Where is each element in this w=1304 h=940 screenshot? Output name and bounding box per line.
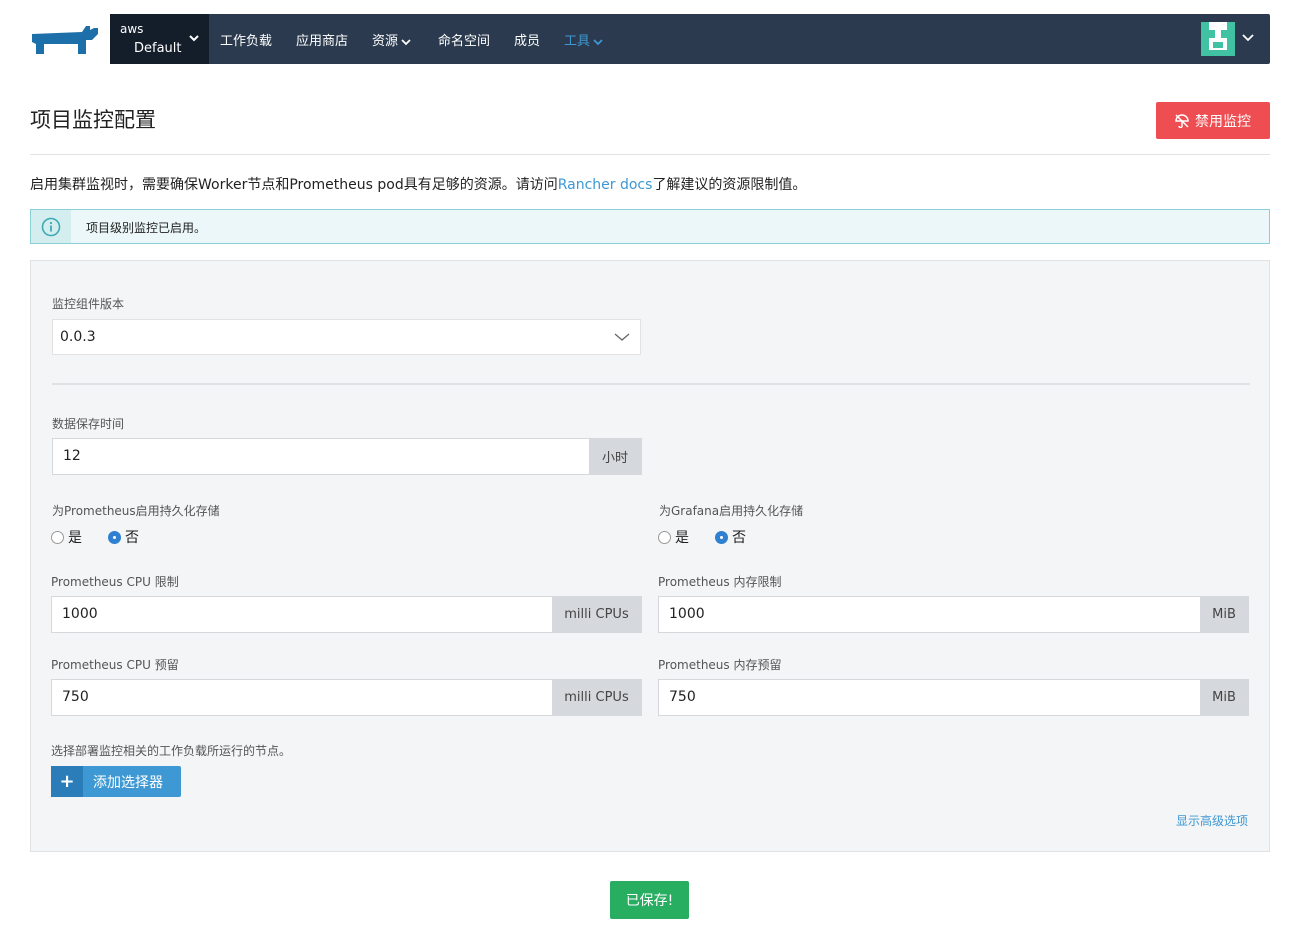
show-advanced-link[interactable]: 显示高级选项 [1176, 812, 1248, 829]
cpu-reserve-label: Prometheus CPU 预留 [51, 658, 179, 672]
rancher-docs-link[interactable]: Rancher docs [558, 177, 653, 193]
user-menu-chevron-icon[interactable] [1241, 32, 1255, 44]
mem-reserve-input[interactable]: 750 MiB [658, 679, 1249, 716]
info-icon [31, 210, 71, 243]
chevron-down-icon [614, 333, 630, 341]
cpu-limit-unit: milli CPUs [552, 597, 641, 632]
info-banner: 项目级别监控已启用。 [30, 209, 1270, 244]
nav-tools-label: 工具 [564, 34, 591, 49]
disable-monitoring-button[interactable]: 禁用监控 [1156, 102, 1270, 139]
nav-members[interactable]: 成员 [514, 30, 540, 49]
no-label: 否 [732, 530, 746, 546]
no-label: 否 [125, 530, 139, 546]
version-label: 监控组件版本 [52, 297, 125, 311]
cpu-limit-input[interactable]: 1000 milli CPUs [51, 596, 642, 633]
user-avatar[interactable] [1201, 22, 1235, 56]
prometheus-storage-label: 为Prometheus启用持久化存储 [52, 504, 220, 518]
description-suffix: 了解建议的资源限制值。 [652, 177, 807, 193]
top-nav: aws Default 工作负载 应用商店 资源 命名空间 成员 工具 [30, 0, 1270, 64]
mem-reserve-unit: MiB [1200, 680, 1248, 715]
add-selector-label: 添加选择器 [93, 774, 163, 791]
grafana-storage-yes-radio[interactable] [658, 530, 671, 544]
nav-namespaces[interactable]: 命名空间 [438, 30, 490, 49]
banner-text: 项目级别监控已启用。 [86, 221, 207, 235]
page-title: 项目监控配置 [30, 108, 156, 132]
project-name: Default [134, 41, 182, 56]
umbrella-icon [1175, 113, 1189, 128]
rancher-logo[interactable] [30, 0, 110, 64]
add-selector-button[interactable]: + 添加选择器 [51, 766, 181, 797]
description-prefix: 启用集群监视时，需要确保Worker节点和Prometheus pod具有足够的… [30, 177, 558, 193]
prometheus-storage-options: 是 否 [51, 527, 139, 547]
chevron-down-icon [593, 38, 603, 45]
nav-resources-label: 资源 [372, 34, 399, 49]
description-text: 启用集群监视时，需要确保Worker节点和Prometheus pod具有足够的… [30, 174, 806, 194]
nav-workloads[interactable]: 工作负载 [220, 30, 272, 49]
retention-label: 数据保存时间 [52, 417, 125, 431]
grafana-storage-no-radio[interactable] [715, 530, 728, 544]
grafana-storage-options: 是 否 [658, 527, 746, 547]
prometheus-storage-yes-radio[interactable] [51, 530, 64, 544]
chevron-down-icon [401, 38, 411, 45]
cpu-limit-label: Prometheus CPU 限制 [51, 575, 179, 589]
cpu-limit-value: 1000 [62, 606, 98, 622]
mem-reserve-label: Prometheus 内存预留 [658, 658, 782, 672]
mem-limit-unit: MiB [1200, 597, 1248, 632]
nav-tools[interactable]: 工具 [564, 30, 604, 49]
cluster-name: aws [120, 22, 144, 36]
monitoring-config-panel: 监控组件版本 0.0.3 数据保存时间 12 小时 为Prometheus启用持… [30, 260, 1270, 852]
rancher-logo-icon [32, 26, 98, 54]
version-select[interactable]: 0.0.3 [52, 319, 641, 355]
node-selector-label: 选择部署监控相关的工作负载所运行的节点。 [51, 744, 292, 758]
retention-value: 12 [63, 448, 81, 464]
mem-limit-value: 1000 [669, 606, 705, 622]
cluster-project-switcher[interactable]: aws Default [110, 14, 209, 64]
version-value: 0.0.3 [60, 329, 96, 345]
prometheus-storage-no-radio[interactable] [108, 530, 121, 544]
disable-monitoring-label: 禁用监控 [1195, 113, 1251, 130]
divider [52, 383, 1250, 385]
cpu-reserve-value: 750 [62, 689, 89, 705]
retention-unit: 小时 [589, 439, 641, 474]
cpu-reserve-input[interactable]: 750 milli CPUs [51, 679, 642, 716]
cpu-reserve-unit: milli CPUs [552, 680, 641, 715]
nav-catalog-apps[interactable]: 应用商店 [296, 30, 348, 49]
grafana-storage-label: 为Grafana启用持久化存储 [659, 504, 804, 518]
mem-limit-label: Prometheus 内存限制 [658, 575, 782, 589]
plus-icon: + [51, 766, 83, 797]
divider [30, 154, 1270, 155]
mem-reserve-value: 750 [669, 689, 696, 705]
yes-label: 是 [675, 530, 689, 546]
save-button[interactable]: 已保存! [610, 881, 689, 919]
yes-label: 是 [68, 530, 82, 546]
chevron-down-icon [189, 35, 199, 42]
mem-limit-input[interactable]: 1000 MiB [658, 596, 1249, 633]
nav-resources[interactable]: 资源 [372, 30, 412, 49]
retention-input[interactable]: 12 小时 [52, 438, 642, 475]
